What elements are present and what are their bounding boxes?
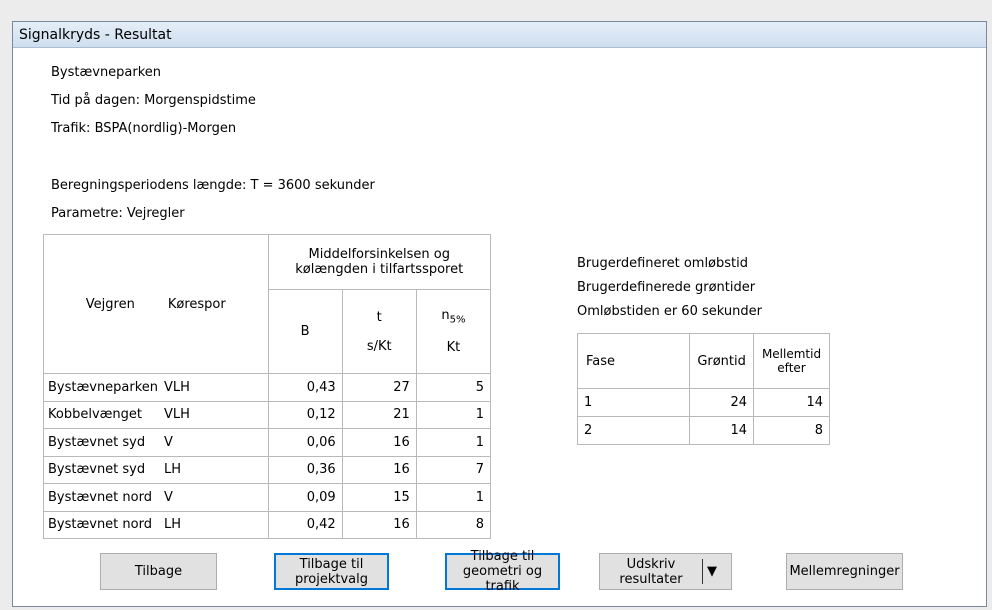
header-green: Grøntid bbox=[689, 333, 755, 389]
row-lane: LH bbox=[164, 517, 182, 533]
header-road: Vejgren bbox=[85, 296, 135, 312]
header-n-label: n bbox=[441, 308, 450, 324]
dropdown-arrow-icon[interactable]: ▼ bbox=[702, 559, 717, 584]
header-t-label: t bbox=[376, 309, 382, 325]
header-n-unit: Kt bbox=[446, 339, 461, 355]
row-lane: VLH bbox=[164, 407, 190, 423]
row-b: 0,42 bbox=[267, 510, 343, 539]
row-b: 0,43 bbox=[267, 373, 343, 402]
header-b: B bbox=[267, 289, 343, 374]
row-road-lane: Bystævnet nord LH bbox=[43, 510, 269, 539]
print-button-label: Udskriv resultater bbox=[619, 556, 683, 587]
header-lane: Kørespor bbox=[167, 296, 226, 312]
table-row: Bystævnet syd LH 0,36 16 7 bbox=[43, 455, 492, 484]
row-n: 1 bbox=[415, 400, 492, 429]
row-b: 0,36 bbox=[267, 455, 343, 484]
header-group: Middelforsinkelsen og kølængden i tilfar… bbox=[267, 234, 491, 290]
header-fase: Fase bbox=[576, 333, 691, 389]
phase-number: 2 bbox=[576, 416, 691, 445]
table-row: Bystævnet nord V 0,09 15 1 bbox=[43, 483, 492, 512]
row-road: Bystævnet nord bbox=[48, 489, 152, 505]
cycle-line-1: Brugerdefineret omløbstid bbox=[577, 256, 748, 271]
row-n: 7 bbox=[415, 455, 492, 484]
row-road-lane: Kobbelvænget VLH bbox=[43, 400, 269, 429]
table-row: Kobbelvænget VLH 0,12 21 1 bbox=[43, 400, 492, 429]
row-road: Bystævneparken bbox=[48, 379, 159, 395]
header-road-lane: Vejgren Kørespor bbox=[43, 234, 269, 374]
table-row: Bystævnet nord LH 0,42 16 8 bbox=[43, 510, 492, 539]
row-b: 0,12 bbox=[267, 400, 343, 429]
back-button[interactable]: Tilbage bbox=[100, 553, 217, 590]
row-t: 15 bbox=[341, 483, 417, 512]
row-t: 16 bbox=[341, 455, 417, 484]
row-t: 21 bbox=[341, 400, 417, 429]
header-n-sub: 5% bbox=[449, 314, 466, 326]
row-t: 16 bbox=[341, 510, 417, 539]
results-table: Vejgren Kørespor Middelforsinkelsen og k… bbox=[43, 234, 492, 539]
row-lane: LH bbox=[164, 462, 182, 478]
traffic-label: Trafik: BSPA(nordlig)-Morgen bbox=[51, 121, 237, 136]
header-n: n5% Kt bbox=[415, 289, 492, 374]
window-title: Signalkryds - Resultat bbox=[13, 22, 986, 48]
table-row: Bystævneparken VLH 0,43 27 5 bbox=[43, 373, 492, 402]
row-b: 0,06 bbox=[267, 428, 343, 457]
parameters-label: Parametre: Vejregler bbox=[51, 206, 185, 221]
phase-table: Fase Grøntid Mellemtid efter 1 24 14 2 14 8 bbox=[576, 333, 830, 445]
result-window: Signalkryds - Resultat Bystævneparken Ti… bbox=[12, 21, 987, 607]
row-n: 5 bbox=[415, 373, 492, 402]
row-n: 1 bbox=[415, 428, 492, 457]
row-b: 0,09 bbox=[267, 483, 343, 512]
cycle-line-3: Omløbstiden er 60 sekunder bbox=[577, 304, 762, 319]
row-road: Bystævnet syd bbox=[48, 462, 146, 478]
phase-number: 1 bbox=[576, 388, 691, 417]
phase-inter: 14 bbox=[753, 388, 830, 417]
row-lane: V bbox=[164, 434, 173, 450]
row-road-lane: Bystævnet syd V bbox=[43, 428, 269, 457]
print-button[interactable]: Udskriv resultater ▼ bbox=[599, 553, 732, 590]
row-t: 27 bbox=[341, 373, 417, 402]
row-lane: V bbox=[164, 489, 173, 505]
header-t-unit: s/Kt bbox=[366, 338, 392, 354]
phase-green: 14 bbox=[689, 416, 755, 445]
row-road-lane: Bystævnet nord V bbox=[43, 483, 269, 512]
time-of-day: Tid på dagen: Morgenspidstime bbox=[51, 93, 256, 108]
location-name: Bystævneparken bbox=[51, 65, 162, 80]
table-row: 2 14 8 bbox=[576, 416, 830, 445]
row-road: Kobbelvænget bbox=[48, 407, 142, 423]
row-n: 8 bbox=[415, 510, 492, 539]
back-to-project-button[interactable]: Tilbage til projektvalg bbox=[274, 553, 389, 590]
period-length: Beregningsperiodens længde: T = 3600 sek… bbox=[51, 178, 375, 193]
back-to-geometry-button[interactable]: Tilbage til geometri og trafik bbox=[445, 549, 560, 594]
header-t: t s/Kt bbox=[341, 289, 417, 374]
row-road: Bystævnet syd bbox=[48, 434, 146, 450]
phase-green: 24 bbox=[689, 388, 755, 417]
row-road-lane: Bystævnet syd LH bbox=[43, 455, 269, 484]
table-row: Bystævnet syd V 0,06 16 1 bbox=[43, 428, 492, 457]
row-road: Bystævnet nord bbox=[48, 517, 152, 533]
row-t: 16 bbox=[341, 428, 417, 457]
row-n: 1 bbox=[415, 483, 492, 512]
phase-inter: 8 bbox=[753, 416, 830, 445]
table-row: 1 24 14 bbox=[576, 388, 830, 417]
header-inter: Mellemtid efter bbox=[753, 333, 830, 389]
intermediate-calc-button[interactable]: Mellemregninger bbox=[786, 553, 903, 590]
cycle-line-2: Brugerdefinerede grøntider bbox=[577, 280, 756, 295]
row-road-lane: Bystævneparken VLH bbox=[43, 373, 269, 402]
row-lane: VLH bbox=[164, 379, 190, 395]
